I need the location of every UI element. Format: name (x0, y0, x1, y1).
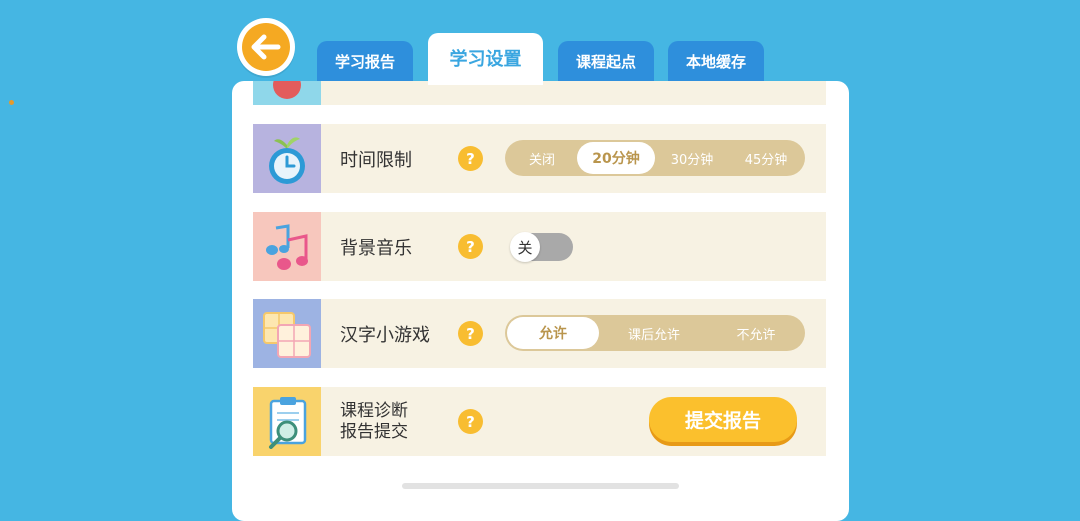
help-icon[interactable]: ? (458, 146, 483, 171)
time-limit-selector: 关闭 20分钟 30分钟 45分钟 (505, 140, 805, 176)
hanzi-game-selector: 允许 课后允许 不允许 (505, 315, 805, 351)
time-option-off[interactable]: 关闭 (507, 142, 577, 174)
clipboard-search-icon (253, 387, 321, 456)
music-notes-icon (253, 212, 321, 281)
scrollbar[interactable] (402, 483, 679, 489)
submit-report-button[interactable]: 提交报告 (649, 397, 797, 442)
time-option-45[interactable]: 45分钟 (729, 142, 803, 174)
help-icon[interactable]: ? (458, 321, 483, 346)
back-button[interactable] (237, 18, 295, 76)
settings-panel: 时间限制 ? 关闭 20分钟 30分钟 45分钟 背景音乐 ? 关 汉字小游戏 … (232, 81, 849, 521)
diagnosis-label: 课程诊断 报告提交 (340, 387, 408, 456)
help-icon[interactable]: ? (458, 409, 483, 434)
diagnosis-label-line2: 报告提交 (340, 421, 408, 442)
clock-icon (253, 124, 321, 193)
settings-row-diagnosis: 课程诊断 报告提交 ? 提交报告 (253, 387, 826, 456)
diagnosis-label-line1: 课程诊断 (340, 400, 408, 421)
tab-local-cache[interactable]: 本地缓存 (668, 41, 764, 85)
partial-row-icon (253, 81, 321, 105)
settings-row-time-limit: 时间限制 ? 关闭 20分钟 30分钟 45分钟 (253, 124, 826, 193)
bg-music-label: 背景音乐 (340, 237, 412, 259)
time-option-30[interactable]: 30分钟 (655, 142, 729, 174)
bg-music-toggle[interactable]: 关 (510, 232, 573, 262)
help-icon[interactable]: ? (458, 234, 483, 259)
tab-study-settings[interactable]: 学习设置 (428, 33, 543, 85)
character-cards-icon (253, 299, 321, 368)
toggle-knob: 关 (510, 232, 540, 262)
tab-course-start[interactable]: 课程起点 (558, 41, 654, 85)
back-arrow-icon (242, 23, 290, 71)
hanzi-option-deny[interactable]: 不允许 (709, 317, 803, 349)
settings-row-hanzi-game: 汉字小游戏 ? 允许 课后允许 不允许 (253, 299, 826, 368)
tab-study-report[interactable]: 学习报告 (317, 41, 413, 85)
hanzi-option-allow[interactable]: 允许 (507, 317, 599, 349)
settings-row-bg-music: 背景音乐 ? 关 (253, 212, 826, 281)
decorative-dot (9, 100, 14, 105)
hanzi-game-label: 汉字小游戏 (340, 324, 430, 346)
hanzi-option-after-class[interactable]: 课后允许 (599, 317, 709, 349)
time-limit-label: 时间限制 (340, 149, 412, 171)
time-option-20[interactable]: 20分钟 (577, 142, 655, 174)
